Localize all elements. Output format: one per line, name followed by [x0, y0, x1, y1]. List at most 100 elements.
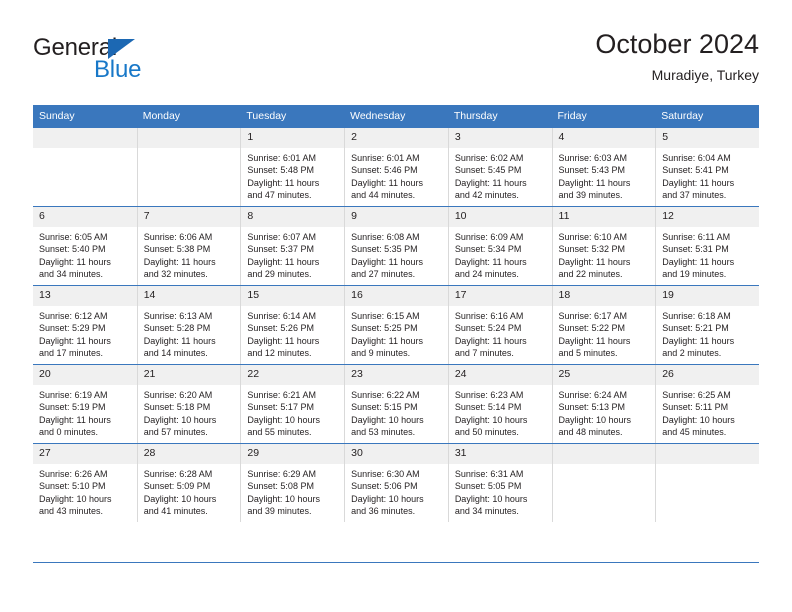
day-number: 10 — [448, 207, 552, 227]
day-daylight2-text: and 34 minutes. — [454, 505, 519, 516]
day-daylight1-text: Daylight: 11 hours — [143, 335, 216, 346]
day-daylight1-text: Daylight: 11 hours — [351, 256, 423, 267]
day-sunrise-text: Sunrise: 6:01 AM — [351, 153, 420, 163]
calendar-cell-inner: 24 Sunrise: 6:23 AM Sunset: 5:14 PM Dayligh… — [447, 365, 552, 443]
day-sunrise-text: Sunrise: 6:04 AM — [662, 153, 731, 163]
calendar-day-cell[interactable]: 13 Sunrise: 6:12 AM Sunset: 5:29 PM Dayligh… — [33, 285, 137, 365]
calendar-cell-inner: 5 Sunrise: 6:04 AM Sunset: 5:41 PM Daylight… — [655, 128, 759, 206]
calendar-day-cell[interactable]: 31 Sunrise: 6:31 AM Sunset: 5:05 PM Dayligh… — [447, 443, 552, 522]
calendar-empty-cell — [655, 443, 759, 522]
calendar-day-cell[interactable]: 6 Sunrise: 6:05 AM Sunset: 5:40 PM Daylight… — [33, 206, 137, 286]
calendar-day-cell[interactable]: 5 Sunrise: 6:04 AM Sunset: 5:41 PM Daylight… — [655, 128, 759, 207]
day-sunset-text: Sunset: 5:11 PM — [662, 402, 729, 413]
day-daylight2-text: and 43 minutes. — [39, 505, 104, 516]
calendar-day-cell[interactable]: 16 Sunrise: 6:15 AM Sunset: 5:25 PM Dayligh… — [344, 285, 448, 365]
day-daylight1-text: Daylight: 11 hours — [558, 177, 631, 188]
day-details — [656, 464, 759, 468]
day-sunrise-text: Sunrise: 6:19 AM — [39, 390, 108, 400]
day-details — [138, 148, 241, 152]
day-daylight1-text: Daylight: 11 hours — [662, 256, 735, 267]
calendar-page: General Blue October 2024 Muradiye, Turk… — [0, 0, 792, 612]
calendar-cell-inner: 7 Sunrise: 6:06 AM Sunset: 5:38 PM Daylight… — [136, 207, 241, 285]
day-sunset-text: Sunset: 5:32 PM — [558, 244, 626, 255]
calendar-cell-inner: 31 Sunrise: 6:31 AM Sunset: 5:05 PM Dayligh… — [447, 444, 552, 522]
day-details: Sunrise: 6:16 AM Sunset: 5:24 PM Daylight:… — [449, 306, 552, 359]
calendar-day-cell[interactable]: 17 Sunrise: 6:16 AM Sunset: 5:24 PM Dayligh… — [447, 285, 552, 365]
calendar-day-cell[interactable]: 14 Sunrise: 6:13 AM Sunset: 5:28 PM Dayligh… — [136, 285, 241, 365]
calendar-day-cell[interactable]: 11 Sunrise: 6:10 AM Sunset: 5:32 PM Dayligh… — [551, 206, 656, 286]
day-daylight2-text: and 19 minutes. — [662, 268, 727, 279]
day-sunset-text: Sunset: 5:41 PM — [662, 165, 729, 176]
day-sunset-text: Sunset: 5:05 PM — [454, 481, 522, 492]
day-daylight1-text: Daylight: 11 hours — [662, 335, 735, 346]
calendar-day-cell[interactable]: 20 Sunrise: 6:19 AM Sunset: 5:19 PM Dayligh… — [33, 364, 137, 444]
day-number: 23 — [345, 365, 448, 385]
day-daylight1-text: Daylight: 11 hours — [662, 177, 735, 188]
calendar-day-cell[interactable]: 7 Sunrise: 6:06 AM Sunset: 5:38 PM Daylight… — [136, 206, 241, 286]
logo-text-blue: Blue — [94, 56, 142, 83]
day-daylight2-text: and 24 minutes. — [454, 268, 519, 279]
calendar-day-cell[interactable]: 1 Sunrise: 6:01 AM Sunset: 5:48 PM Daylight… — [240, 128, 345, 207]
day-details: Sunrise: 6:21 AM Sunset: 5:17 PM Daylight:… — [241, 385, 344, 438]
day-daylight2-text: and 48 minutes. — [558, 426, 623, 437]
day-sunrise-text: Sunrise: 6:11 AM — [662, 232, 731, 242]
day-sunset-text: Sunset: 5:31 PM — [662, 244, 729, 255]
calendar-cell-inner: 25 Sunrise: 6:24 AM Sunset: 5:13 PM Dayligh… — [551, 365, 656, 443]
calendar-day-cell[interactable]: 8 Sunrise: 6:07 AM Sunset: 5:37 PM Daylight… — [240, 206, 345, 286]
calendar-day-cell[interactable]: 15 Sunrise: 6:14 AM Sunset: 5:26 PM Dayligh… — [240, 285, 345, 365]
day-daylight2-text: and 9 minutes. — [351, 347, 411, 358]
day-number: 20 — [33, 365, 137, 385]
calendar-day-cell[interactable]: 10 Sunrise: 6:09 AM Sunset: 5:34 PM Dayligh… — [447, 206, 552, 286]
day-daylight1-text: Daylight: 10 hours — [454, 414, 528, 425]
calendar-week-row: 13 Sunrise: 6:12 AM Sunset: 5:29 PM Dayligh… — [33, 285, 759, 365]
day-daylight2-text: and 27 minutes. — [351, 268, 416, 279]
calendar-day-cell[interactable]: 12 Sunrise: 6:11 AM Sunset: 5:31 PM Dayligh… — [655, 206, 759, 286]
day-sunrise-text: Sunrise: 6:08 AM — [351, 232, 420, 242]
calendar-day-cell[interactable]: 26 Sunrise: 6:25 AM Sunset: 5:11 PM Dayligh… — [655, 364, 759, 444]
calendar-day-cell[interactable]: 2 Sunrise: 6:01 AM Sunset: 5:46 PM Daylight… — [344, 128, 448, 207]
day-number: 1 — [241, 128, 345, 148]
day-daylight1-text: Daylight: 11 hours — [351, 177, 423, 188]
calendar-cell-inner: 16 Sunrise: 6:15 AM Sunset: 5:25 PM Dayligh… — [344, 286, 448, 364]
page-title: October 2024 — [595, 29, 759, 59]
day-daylight1-text: Daylight: 11 hours — [247, 177, 320, 188]
day-number: 3 — [448, 128, 552, 148]
day-sunrise-text: Sunrise: 6:25 AM — [662, 390, 731, 400]
calendar-day-cell[interactable]: 21 Sunrise: 6:20 AM Sunset: 5:18 PM Dayligh… — [136, 364, 241, 444]
calendar-cell-inner: 20 Sunrise: 6:19 AM Sunset: 5:19 PM Dayligh… — [33, 365, 137, 443]
day-daylight1-text: Daylight: 10 hours — [454, 493, 528, 504]
day-daylight2-text: and 42 minutes. — [454, 189, 519, 200]
calendar-day-cell[interactable]: 23 Sunrise: 6:22 AM Sunset: 5:15 PM Dayligh… — [344, 364, 448, 444]
calendar-day-cell[interactable]: 22 Sunrise: 6:21 AM Sunset: 5:17 PM Dayligh… — [240, 364, 345, 444]
day-sunrise-text: Sunrise: 6:07 AM — [247, 232, 316, 242]
calendar-day-cell[interactable]: 30 Sunrise: 6:30 AM Sunset: 5:06 PM Dayligh… — [344, 443, 448, 522]
day-details: Sunrise: 6:18 AM Sunset: 5:21 PM Daylight:… — [656, 306, 759, 359]
day-daylight1-text: Daylight: 10 hours — [143, 493, 217, 504]
calendar-cell-inner: 28 Sunrise: 6:28 AM Sunset: 5:09 PM Dayligh… — [136, 444, 241, 522]
day-number — [656, 444, 759, 464]
day-number: 31 — [448, 444, 552, 464]
calendar-day-cell[interactable]: 19 Sunrise: 6:18 AM Sunset: 5:21 PM Dayligh… — [655, 285, 759, 365]
day-sunset-text: Sunset: 5:17 PM — [247, 402, 314, 413]
day-sunset-text: Sunset: 5:35 PM — [351, 244, 418, 255]
general-blue-logo[interactable]: General Blue — [33, 34, 233, 90]
calendar-day-cell[interactable]: 3 Sunrise: 6:02 AM Sunset: 5:45 PM Daylight… — [447, 128, 552, 207]
calendar-cell-inner: 18 Sunrise: 6:17 AM Sunset: 5:22 PM Dayligh… — [551, 286, 656, 364]
calendar-cell-inner: 29 Sunrise: 6:29 AM Sunset: 5:08 PM Dayligh… — [240, 444, 345, 522]
day-daylight1-text: Daylight: 10 hours — [143, 414, 217, 425]
calendar-day-cell[interactable]: 25 Sunrise: 6:24 AM Sunset: 5:13 PM Dayligh… — [551, 364, 656, 444]
calendar-day-cell[interactable]: 24 Sunrise: 6:23 AM Sunset: 5:14 PM Dayligh… — [447, 364, 552, 444]
day-sunrise-text: Sunrise: 6:15 AM — [351, 311, 420, 321]
calendar-day-cell[interactable]: 29 Sunrise: 6:29 AM Sunset: 5:08 PM Dayligh… — [240, 443, 345, 522]
calendar-cell-inner: 15 Sunrise: 6:14 AM Sunset: 5:26 PM Dayligh… — [240, 286, 345, 364]
calendar-day-cell[interactable]: 9 Sunrise: 6:08 AM Sunset: 5:35 PM Daylight… — [344, 206, 448, 286]
day-number: 21 — [137, 365, 241, 385]
calendar-day-cell[interactable]: 4 Sunrise: 6:03 AM Sunset: 5:43 PM Daylight… — [551, 128, 656, 207]
day-number: 5 — [656, 128, 759, 148]
calendar-day-cell[interactable]: 28 Sunrise: 6:28 AM Sunset: 5:09 PM Dayligh… — [136, 443, 241, 522]
day-details: Sunrise: 6:10 AM Sunset: 5:32 PM Daylight:… — [553, 227, 656, 280]
calendar-day-cell[interactable]: 27 Sunrise: 6:26 AM Sunset: 5:10 PM Dayligh… — [33, 443, 137, 522]
calendar-day-cell[interactable]: 18 Sunrise: 6:17 AM Sunset: 5:22 PM Dayligh… — [551, 285, 656, 365]
day-sunset-text: Sunset: 5:38 PM — [143, 244, 211, 255]
day-sunrise-text: Sunrise: 6:23 AM — [454, 390, 524, 400]
